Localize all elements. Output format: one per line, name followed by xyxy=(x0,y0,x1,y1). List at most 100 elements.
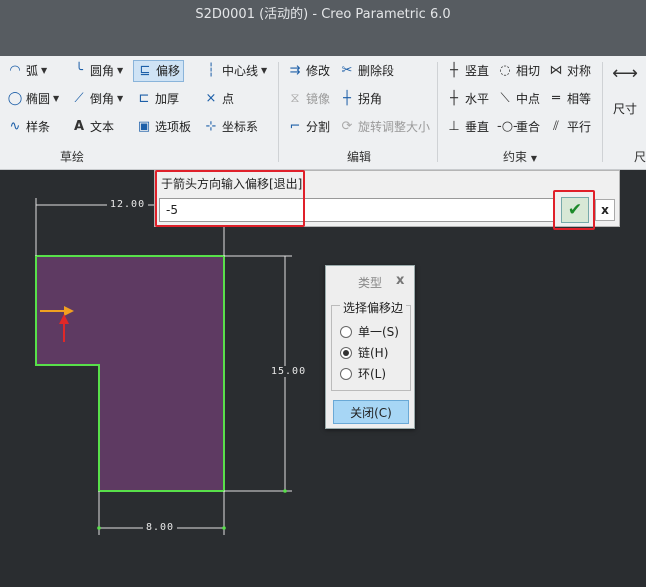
dialog-close-icon[interactable]: x xyxy=(396,273,404,288)
radio-button-icon xyxy=(340,367,352,380)
text-label: 文本 xyxy=(90,120,115,134)
coordsys-button[interactable]: ⊹ 坐标系 xyxy=(200,116,261,138)
ellipse-label: 椭圆 xyxy=(26,92,51,106)
chamfer-button[interactable]: ⟋ 倒角 ▼ xyxy=(68,88,126,110)
modify-label: 修改 xyxy=(306,64,331,78)
parallel-icon: ⫽ xyxy=(553,119,559,134)
chevron-down-icon: ▼ xyxy=(530,154,537,163)
offset-button[interactable]: ⊑ 偏移 xyxy=(133,60,185,82)
horizontal-constraint-button[interactable]: ┼ 水平 xyxy=(443,88,492,110)
fillet-button[interactable]: ╰ 圆角 ▼ xyxy=(68,60,126,82)
highlight-frame-input xyxy=(155,170,305,227)
vertical-constraint-button[interactable]: ┼ 竖直 xyxy=(443,60,492,82)
midpoint-constraint-button[interactable]: ⟍ 中点 xyxy=(494,88,543,110)
symmetric-label: 对称 xyxy=(567,64,592,78)
chamfer-label: 倒角 xyxy=(90,92,115,106)
radio-chain[interactable]: 链(H) xyxy=(340,344,388,361)
radio-button-icon xyxy=(340,346,352,359)
dimension-button[interactable]: ⟷ 尺寸 xyxy=(607,62,643,126)
perpendicular-label: 垂直 xyxy=(465,120,490,134)
spline-icon: ∿ xyxy=(9,119,21,134)
spline-button[interactable]: ∿ 样条 xyxy=(4,116,53,138)
dialog-close-button[interactable]: 关闭(C) xyxy=(333,400,409,424)
chevron-down-icon[interactable]: ▼ xyxy=(117,88,123,110)
mirror-label: 镜像 xyxy=(306,92,331,106)
centerline-button[interactable]: ┆ 中心线 ▼ xyxy=(200,60,270,82)
bottom-width-value[interactable]: 8.00 xyxy=(143,522,178,533)
symmetric-constraint-button[interactable]: ⋈ 对称 xyxy=(545,60,594,82)
separator xyxy=(278,62,279,162)
arc-icon: ◠ xyxy=(9,63,21,78)
close-icon: x xyxy=(601,203,609,217)
cancel-button[interactable]: x xyxy=(595,199,615,221)
mirror-button[interactable]: ⧖ 镜像 xyxy=(284,88,333,110)
chevron-down-icon[interactable]: ▼ xyxy=(117,60,123,82)
palette-button[interactable]: ▣ 选项板 xyxy=(133,116,194,138)
chevron-down-icon[interactable]: ▼ xyxy=(41,60,47,82)
divide-label: 分割 xyxy=(306,120,331,134)
right-height-value[interactable]: 15.00 xyxy=(268,366,310,377)
horizontal-icon: ┼ xyxy=(450,91,458,106)
rotate-resize-button[interactable]: ⟳ 旋转调整大小 xyxy=(336,116,433,138)
dimension-group-label: 尺 xyxy=(634,150,646,164)
palette-icon: ▣ xyxy=(137,119,151,134)
delete-segment-button[interactable]: ✂ 删除段 xyxy=(336,60,397,82)
radio-loop-label: 环(L) xyxy=(358,367,387,381)
rotate-resize-icon: ⟳ xyxy=(341,119,353,134)
delete-segment-label: 删除段 xyxy=(358,64,395,78)
ellipse-icon: ◯ xyxy=(7,91,23,106)
type-dialog: 类型 x 选择偏移边 单一(S) 链(H) 环(L) 关闭(C) xyxy=(325,265,415,429)
arc-button[interactable]: ◠ 弧 ▼ xyxy=(4,60,50,82)
separator xyxy=(602,62,603,162)
edit-group-label: 编辑 xyxy=(347,150,372,164)
parallel-label: 平行 xyxy=(567,120,592,134)
corner-label: 拐角 xyxy=(358,92,383,106)
delete-segment-icon: ✂ xyxy=(341,63,353,78)
vertical-label: 竖直 xyxy=(465,64,490,78)
separator xyxy=(437,62,438,162)
perpendicular-constraint-button[interactable]: ⊥ 垂直 xyxy=(443,116,492,138)
text-icon: A xyxy=(73,119,85,134)
vertical-icon: ┼ xyxy=(450,63,458,78)
tangent-icon: ◌ xyxy=(499,63,511,78)
point-label: 点 xyxy=(222,92,235,106)
thicken-label: 加厚 xyxy=(155,92,180,106)
midpoint-label: 中点 xyxy=(516,92,541,106)
mirror-icon: ⧖ xyxy=(290,91,300,106)
corner-button[interactable]: ┼ 拐角 xyxy=(336,88,385,110)
constrain-group-menu[interactable]: 约束 ▼ xyxy=(503,148,537,165)
text-button[interactable]: A 文本 xyxy=(68,116,117,138)
tangent-constraint-button[interactable]: ◌ 相切 xyxy=(494,60,543,82)
tangent-label: 相切 xyxy=(516,64,541,78)
radio-single[interactable]: 单一(S) xyxy=(340,323,399,340)
offset-edge-group-label: 选择偏移边 xyxy=(340,299,407,316)
chevron-down-icon[interactable]: ▼ xyxy=(261,60,267,82)
arc-label: 弧 xyxy=(26,64,39,78)
dimension-endpoint xyxy=(283,489,287,493)
equal-constraint-button[interactable]: ═ 相等 xyxy=(545,88,594,110)
dimension-label: 尺寸 xyxy=(612,102,637,116)
sketch-profile[interactable] xyxy=(35,255,225,492)
equal-icon: ═ xyxy=(552,91,560,106)
coincident-constraint-button[interactable]: -○- 重合 xyxy=(494,116,543,138)
top-width-value[interactable]: 12.00 xyxy=(107,199,149,210)
perpendicular-icon: ⊥ xyxy=(448,119,460,134)
highlight-frame-accept xyxy=(553,190,595,230)
radio-loop[interactable]: 环(L) xyxy=(340,365,386,382)
thicken-button[interactable]: ⊏ 加厚 xyxy=(133,88,182,110)
equal-label: 相等 xyxy=(567,92,592,106)
point-button[interactable]: × 点 xyxy=(200,88,237,110)
offset-label: 偏移 xyxy=(156,64,181,78)
divide-button[interactable]: ⌐ 分割 xyxy=(284,116,333,138)
rotate-resize-label: 旋转调整大小 xyxy=(358,120,431,134)
parallel-constraint-button[interactable]: ⫽ 平行 xyxy=(545,116,594,138)
modify-button[interactable]: ⇉ 修改 xyxy=(284,60,333,82)
graphics-canvas[interactable]: 12.00 15.00 8.00 xyxy=(0,170,646,587)
thicken-icon: ⊏ xyxy=(138,91,150,106)
chevron-down-icon[interactable]: ▼ xyxy=(53,88,59,110)
dialog-title: 类型 xyxy=(358,276,383,290)
radio-button-icon xyxy=(340,325,352,338)
ellipse-button[interactable]: ◯ 椭圆 ▼ xyxy=(4,88,62,110)
horizontal-label: 水平 xyxy=(465,92,490,106)
fillet-label: 圆角 xyxy=(90,64,115,78)
